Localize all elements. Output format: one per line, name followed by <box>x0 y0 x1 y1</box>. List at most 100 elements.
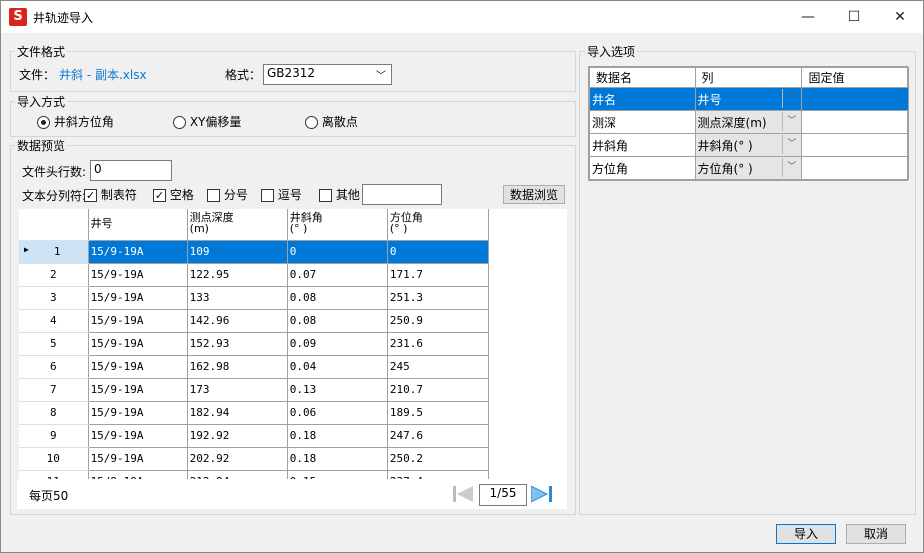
checkbox-comma[interactable]: 逗号 <box>261 186 302 203</box>
import-button[interactable]: 导入 <box>776 524 836 544</box>
chevron-down-icon[interactable]: ﹀ <box>782 89 800 108</box>
table-row[interactable]: 6 15/9-19A 162.98 0.04 245 <box>19 354 490 379</box>
row-header[interactable]: 4 <box>19 308 89 333</box>
data-name-cell[interactable]: 方位角 <box>589 156 696 180</box>
table-cell[interactable]: 250.2 <box>386 446 490 471</box>
table-cell[interactable]: 202.92 <box>186 446 288 471</box>
option-row[interactable]: 井斜角 井斜角(° ) ﹀ <box>589 133 909 157</box>
row-header[interactable]: 2 <box>19 262 89 287</box>
table-cell[interactable]: 15/9-19A <box>87 331 188 356</box>
row-header[interactable]: 11 <box>19 469 89 479</box>
table-cell[interactable]: 15/9-19A <box>87 400 188 425</box>
table-cell[interactable]: 15/9-19A <box>87 469 188 479</box>
table-cell[interactable]: 0.15 <box>286 469 388 479</box>
table-row[interactable]: 4 15/9-19A 142.96 0.08 250.9 <box>19 308 490 333</box>
table-cell[interactable]: 210.7 <box>386 377 490 402</box>
table-cell[interactable]: 133 <box>186 285 288 310</box>
table-cell[interactable]: 245 <box>386 354 490 379</box>
data-name-cell[interactable]: 井名 <box>589 87 696 111</box>
chevron-down-icon[interactable]: ﹀ <box>782 158 800 177</box>
checkbox-space[interactable]: ✓ 空格 <box>153 186 194 203</box>
table-cell[interactable]: 182.94 <box>186 400 288 425</box>
fixed-value-cell[interactable] <box>801 156 909 180</box>
table-cell[interactable]: 231.6 <box>386 331 490 356</box>
option-row[interactable]: 井名 井号 ﹀ <box>589 87 909 111</box>
row-header[interactable]: 10 <box>19 446 89 471</box>
row-header[interactable]: 8 <box>19 400 89 425</box>
data-name-cell[interactable]: 井斜角 <box>589 133 696 157</box>
close-button[interactable]: ✕ <box>877 1 923 33</box>
table-cell[interactable]: 0.06 <box>286 400 388 425</box>
table-row[interactable]: ▶ 1 15/9-19A 109 0 0 <box>19 239 490 264</box>
option-row[interactable]: 测深 测点深度(m) ﹀ <box>589 110 909 134</box>
table-cell[interactable]: 109 <box>186 239 288 264</box>
radio-xy-offset[interactable]: XY偏移量 <box>173 113 241 130</box>
row-header[interactable]: 3 <box>19 285 89 310</box>
format-select[interactable]: GB2312 ﹀ <box>263 64 392 85</box>
table-row[interactable]: 10 15/9-19A 202.92 0.18 250.2 <box>19 446 490 471</box>
checkbox-other[interactable]: 其他 <box>319 186 360 203</box>
table-cell[interactable]: 192.92 <box>186 423 288 448</box>
data-name-cell[interactable]: 测深 <box>589 110 696 134</box>
first-page-icon[interactable] <box>453 485 473 503</box>
header-rows-input[interactable]: 0 <box>90 160 172 181</box>
row-header[interactable]: 5 <box>19 331 89 356</box>
radio-discrete-points[interactable]: 离散点 <box>305 113 358 130</box>
table-row[interactable]: 5 15/9-19A 152.93 0.09 231.6 <box>19 331 490 356</box>
row-header[interactable]: 6 <box>19 354 89 379</box>
table-cell[interactable]: 250.9 <box>386 308 490 333</box>
page-input[interactable]: 1/55 <box>479 484 527 506</box>
table-cell[interactable]: 0.04 <box>286 354 388 379</box>
table-cell[interactable]: 15/9-19A <box>87 262 188 287</box>
table-cell[interactable]: 15/9-19A <box>87 285 188 310</box>
chevron-down-icon[interactable]: ﹀ <box>782 135 800 154</box>
column-select[interactable]: 井号 ﹀ <box>694 87 803 111</box>
table-cell[interactable]: 212.94 <box>186 469 288 479</box>
table-cell[interactable]: 0.08 <box>286 308 388 333</box>
table-cell[interactable]: 0.07 <box>286 262 388 287</box>
column-select[interactable]: 井斜角(° ) ﹀ <box>694 133 803 157</box>
table-cell[interactable]: 15/9-19A <box>87 446 188 471</box>
table-cell[interactable]: 15/9-19A <box>87 377 188 402</box>
table-cell[interactable]: 0.09 <box>286 331 388 356</box>
fixed-value-cell[interactable] <box>801 87 909 111</box>
row-header[interactable]: ▶ 1 <box>19 239 89 264</box>
column-header[interactable]: 井斜角 (° ) <box>286 209 388 241</box>
table-cell[interactable]: 251.3 <box>386 285 490 310</box>
other-separator-input[interactable] <box>362 184 442 205</box>
maximize-button[interactable]: ☐ <box>831 1 877 33</box>
table-cell[interactable]: 173 <box>186 377 288 402</box>
table-cell[interactable]: 0.18 <box>286 423 388 448</box>
table-cell[interactable]: 237.4 <box>386 469 490 479</box>
table-cell[interactable]: 0.13 <box>286 377 388 402</box>
cancel-button[interactable]: 取消 <box>846 524 906 544</box>
chevron-down-icon[interactable]: ﹀ <box>782 112 800 131</box>
table-row[interactable]: 1115/9-19A212.940.15237.4 <box>19 469 490 479</box>
row-header[interactable]: 7 <box>19 377 89 402</box>
table-cell[interactable]: 247.6 <box>386 423 490 448</box>
checkbox-semicolon[interactable]: 分号 <box>207 186 248 203</box>
table-row[interactable]: 7 15/9-19A 173 0.13 210.7 <box>19 377 490 402</box>
table-cell[interactable]: 189.5 <box>386 400 490 425</box>
browse-data-button[interactable]: 数据浏览 <box>503 185 565 204</box>
table-row[interactable]: 9 15/9-19A 192.92 0.18 247.6 <box>19 423 490 448</box>
table-cell[interactable]: 0.08 <box>286 285 388 310</box>
fixed-value-cell[interactable] <box>801 110 909 134</box>
column-select[interactable]: 方位角(° ) ﹀ <box>694 156 803 180</box>
table-cell[interactable]: 0 <box>286 239 388 264</box>
column-header[interactable]: 方位角 (° ) <box>386 209 490 241</box>
column-select[interactable]: 测点深度(m) ﹀ <box>694 110 803 134</box>
table-cell[interactable]: 15/9-19A <box>87 239 188 264</box>
radio-inclination-azimuth[interactable]: 井斜方位角 <box>37 113 114 130</box>
preview-grid[interactable]: 井号 测点深度 (m) 井斜角 (° ) 方位角 (° ) ▶ 1 15/9-19A… <box>19 209 567 479</box>
table-cell[interactable]: 152.93 <box>186 331 288 356</box>
table-cell[interactable]: 162.98 <box>186 354 288 379</box>
table-cell[interactable]: 142.96 <box>186 308 288 333</box>
column-header[interactable]: 测点深度 (m) <box>186 209 288 241</box>
table-cell[interactable]: 171.7 <box>386 262 490 287</box>
fixed-value-cell[interactable] <box>801 133 909 157</box>
table-row[interactable]: 2 15/9-19A 122.95 0.07 171.7 <box>19 262 490 287</box>
table-row[interactable]: 8 15/9-19A 182.94 0.06 189.5 <box>19 400 490 425</box>
minimize-button[interactable]: — <box>785 1 831 33</box>
checkbox-tab[interactable]: ✓ 制表符 <box>84 186 137 203</box>
